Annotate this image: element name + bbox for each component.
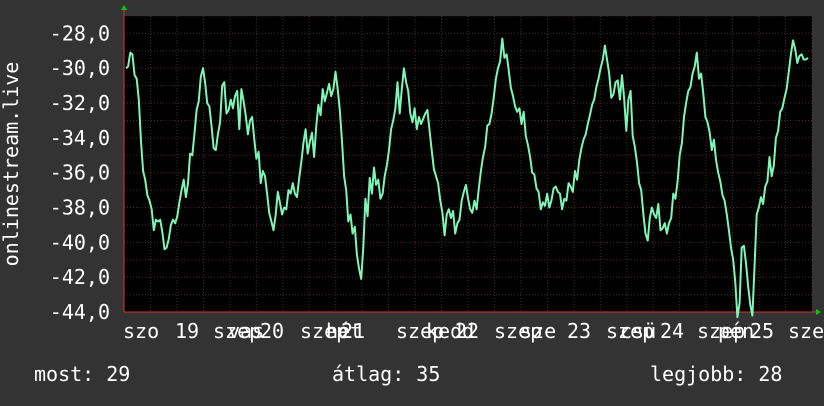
x-axis-arrow	[816, 309, 821, 315]
x-tick-label: 24	[660, 319, 684, 343]
y-tick-label: -36,0	[50, 161, 110, 185]
chart: -28,0 -30,0 -32,0 -34,0 -36,0 -38,0 -40,0 -42,0…	[0, 0, 824, 402]
y-axis-label: onlinestream.live	[0, 62, 23, 267]
y-tick-label: -38,0	[50, 196, 110, 220]
x-tick-labels: szo 19 szep20 szep21 szep 22 szep 23 szep 24 szep 2…	[123, 319, 824, 343]
x-tick-label: hét	[326, 319, 362, 343]
y-tick-label: -42,0	[50, 265, 110, 289]
x-tick-label: 23	[567, 319, 591, 343]
x-tick-label: kedd	[426, 319, 474, 343]
x-tick-label: vas	[228, 319, 264, 343]
y-tick-label: -44,0	[50, 300, 110, 324]
y-tick-label: -34,0	[50, 126, 110, 150]
current-value: most: 29	[34, 362, 131, 386]
best-value: legjobb: 28	[650, 362, 783, 386]
chart-svg: -28,0 -30,0 -32,0 -34,0 -36,0 -38,0 -40,0 -42,0…	[0, 5, 824, 343]
x-tick-label: csü	[620, 319, 656, 343]
y-tick-label: -40,0	[50, 230, 110, 254]
average-value: átlag: 35	[332, 362, 441, 386]
x-tick-label: sze	[520, 319, 556, 343]
x-tick-label: sze	[788, 319, 824, 343]
x-tick-label: pén	[718, 319, 754, 343]
y-axis-arrow	[121, 5, 127, 10]
y-tick-label: -28,0	[50, 21, 110, 45]
y-tick-label: -32,0	[50, 91, 110, 115]
y-tick-label: -30,0	[50, 56, 110, 80]
x-tick-label: 19	[175, 319, 199, 343]
x-tick-label: szo	[123, 319, 159, 343]
y-tick-labels: -28,0 -30,0 -32,0 -34,0 -36,0 -38,0 -40,0 -42,0…	[50, 21, 110, 324]
